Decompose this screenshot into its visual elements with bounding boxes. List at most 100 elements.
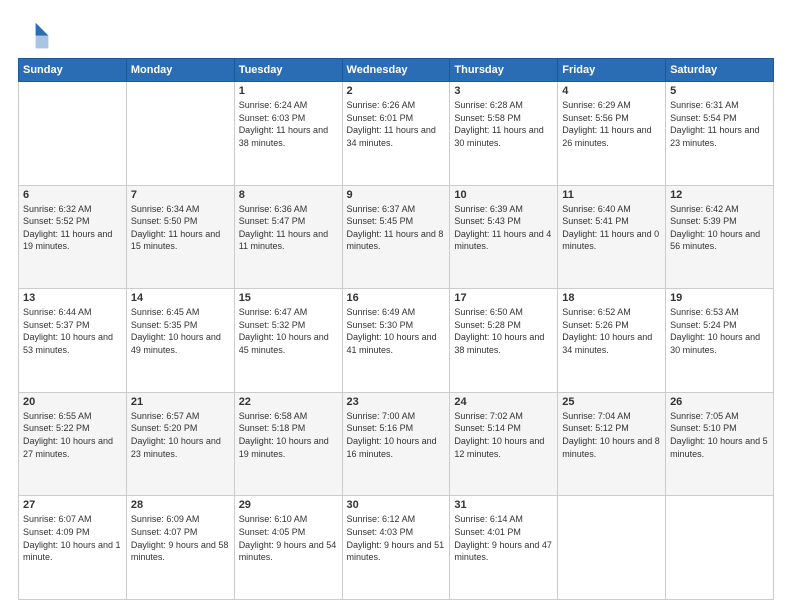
- day-number: 21: [131, 396, 230, 408]
- day-info: Sunrise: 6:45 AM Sunset: 5:35 PM Dayligh…: [131, 306, 230, 356]
- logo: [18, 18, 54, 50]
- day-number: 10: [454, 189, 553, 201]
- day-number: 11: [562, 189, 661, 201]
- day-info: Sunrise: 6:42 AM Sunset: 5:39 PM Dayligh…: [670, 203, 769, 253]
- day-of-week-header: Wednesday: [342, 59, 450, 82]
- calendar-week-row: 13 Sunrise: 6:44 AM Sunset: 5:37 PM Dayli…: [19, 289, 774, 393]
- day-info: Sunrise: 6:32 AM Sunset: 5:52 PM Dayligh…: [23, 203, 122, 253]
- calendar-cell: 3 Sunrise: 6:28 AM Sunset: 5:58 PM Daylig…: [450, 82, 558, 186]
- day-info: Sunrise: 6:50 AM Sunset: 5:28 PM Dayligh…: [454, 306, 553, 356]
- day-info: Sunrise: 6:07 AM Sunset: 4:09 PM Dayligh…: [23, 513, 122, 563]
- day-info: Sunrise: 6:09 AM Sunset: 4:07 PM Dayligh…: [131, 513, 230, 563]
- day-number: 3: [454, 85, 553, 97]
- calendar-cell: 25 Sunrise: 7:04 AM Sunset: 5:12 PM Dayli…: [558, 392, 666, 496]
- day-of-week-header: Tuesday: [234, 59, 342, 82]
- day-number: 19: [670, 292, 769, 304]
- calendar-header: SundayMondayTuesdayWednesdayThursdayFrid…: [19, 59, 774, 82]
- day-of-week-header: Friday: [558, 59, 666, 82]
- calendar-cell: 18 Sunrise: 6:52 AM Sunset: 5:26 PM Dayli…: [558, 289, 666, 393]
- day-info: Sunrise: 6:47 AM Sunset: 5:32 PM Dayligh…: [239, 306, 338, 356]
- day-number: 5: [670, 85, 769, 97]
- day-number: 24: [454, 396, 553, 408]
- day-info: Sunrise: 6:29 AM Sunset: 5:56 PM Dayligh…: [562, 99, 661, 149]
- day-info: Sunrise: 6:26 AM Sunset: 6:01 PM Dayligh…: [347, 99, 446, 149]
- day-info: Sunrise: 7:04 AM Sunset: 5:12 PM Dayligh…: [562, 410, 661, 460]
- day-number: 27: [23, 499, 122, 511]
- day-info: Sunrise: 6:40 AM Sunset: 5:41 PM Dayligh…: [562, 203, 661, 253]
- header: [18, 18, 774, 50]
- calendar-cell: 28 Sunrise: 6:09 AM Sunset: 4:07 PM Dayli…: [126, 496, 234, 600]
- day-number: 12: [670, 189, 769, 201]
- day-number: 28: [131, 499, 230, 511]
- day-info: Sunrise: 6:49 AM Sunset: 5:30 PM Dayligh…: [347, 306, 446, 356]
- day-info: Sunrise: 6:28 AM Sunset: 5:58 PM Dayligh…: [454, 99, 553, 149]
- calendar-cell: 29 Sunrise: 6:10 AM Sunset: 4:05 PM Dayli…: [234, 496, 342, 600]
- day-info: Sunrise: 6:53 AM Sunset: 5:24 PM Dayligh…: [670, 306, 769, 356]
- calendar-cell: 22 Sunrise: 6:58 AM Sunset: 5:18 PM Dayli…: [234, 392, 342, 496]
- calendar-table: SundayMondayTuesdayWednesdayThursdayFrid…: [18, 58, 774, 600]
- logo-icon: [18, 18, 50, 50]
- day-number: 29: [239, 499, 338, 511]
- calendar-cell: 12 Sunrise: 6:42 AM Sunset: 5:39 PM Dayli…: [666, 185, 774, 289]
- day-info: Sunrise: 6:34 AM Sunset: 5:50 PM Dayligh…: [131, 203, 230, 253]
- calendar-cell: 8 Sunrise: 6:36 AM Sunset: 5:47 PM Daylig…: [234, 185, 342, 289]
- day-number: 6: [23, 189, 122, 201]
- calendar-cell: 5Sunrise: 6:31 AM Sunset: 5:54 PM Daylig…: [666, 82, 774, 186]
- day-info: Sunrise: 6:12 AM Sunset: 4:03 PM Dayligh…: [347, 513, 446, 563]
- day-number: 17: [454, 292, 553, 304]
- day-number: 23: [347, 396, 446, 408]
- day-info: Sunrise: 6:37 AM Sunset: 5:45 PM Dayligh…: [347, 203, 446, 253]
- day-number: 2: [347, 85, 446, 97]
- calendar-cell: [126, 82, 234, 186]
- day-number: 1: [239, 85, 338, 97]
- day-info: Sunrise: 6:55 AM Sunset: 5:22 PM Dayligh…: [23, 410, 122, 460]
- day-of-week-header: Saturday: [666, 59, 774, 82]
- day-of-week-header: Sunday: [19, 59, 127, 82]
- day-number: 9: [347, 189, 446, 201]
- day-number: 18: [562, 292, 661, 304]
- day-of-week-header: Thursday: [450, 59, 558, 82]
- day-number: 20: [23, 396, 122, 408]
- calendar-cell: 23 Sunrise: 7:00 AM Sunset: 5:16 PM Dayli…: [342, 392, 450, 496]
- calendar-cell: 11 Sunrise: 6:40 AM Sunset: 5:41 PM Dayli…: [558, 185, 666, 289]
- day-info: Sunrise: 6:10 AM Sunset: 4:05 PM Dayligh…: [239, 513, 338, 563]
- calendar-cell: 24 Sunrise: 7:02 AM Sunset: 5:14 PM Dayli…: [450, 392, 558, 496]
- day-info: Sunrise: 6:36 AM Sunset: 5:47 PM Dayligh…: [239, 203, 338, 253]
- day-header-row: SundayMondayTuesdayWednesdayThursdayFrid…: [19, 59, 774, 82]
- day-number: 8: [239, 189, 338, 201]
- calendar-cell: 1 Sunrise: 6:24 AM Sunset: 6:03 PM Daylig…: [234, 82, 342, 186]
- calendar-cell: 17 Sunrise: 6:50 AM Sunset: 5:28 PM Dayli…: [450, 289, 558, 393]
- day-info: Sunrise: 7:05 AM Sunset: 5:10 PM Dayligh…: [670, 410, 769, 460]
- day-number: 4: [562, 85, 661, 97]
- day-info: Sunrise: 6:58 AM Sunset: 5:18 PM Dayligh…: [239, 410, 338, 460]
- calendar-cell: 13 Sunrise: 6:44 AM Sunset: 5:37 PM Dayli…: [19, 289, 127, 393]
- day-info: Sunrise: 7:02 AM Sunset: 5:14 PM Dayligh…: [454, 410, 553, 460]
- calendar-body: 1 Sunrise: 6:24 AM Sunset: 6:03 PM Daylig…: [19, 82, 774, 600]
- day-number: 31: [454, 499, 553, 511]
- day-info: Sunrise: 6:24 AM Sunset: 6:03 PM Dayligh…: [239, 99, 338, 149]
- calendar-cell: 21Sunrise: 6:57 AM Sunset: 5:20 PM Dayli…: [126, 392, 234, 496]
- day-info: Sunrise: 6:44 AM Sunset: 5:37 PM Dayligh…: [23, 306, 122, 356]
- day-number: 13: [23, 292, 122, 304]
- calendar-cell: 7Sunrise: 6:34 AM Sunset: 5:50 PM Daylig…: [126, 185, 234, 289]
- day-info: Sunrise: 7:00 AM Sunset: 5:16 PM Dayligh…: [347, 410, 446, 460]
- calendar-week-row: 6 Sunrise: 6:32 AM Sunset: 5:52 PM Daylig…: [19, 185, 774, 289]
- calendar-week-row: 27 Sunrise: 6:07 AM Sunset: 4:09 PM Dayli…: [19, 496, 774, 600]
- calendar-cell: 6 Sunrise: 6:32 AM Sunset: 5:52 PM Daylig…: [19, 185, 127, 289]
- calendar-cell: 27 Sunrise: 6:07 AM Sunset: 4:09 PM Dayli…: [19, 496, 127, 600]
- calendar-week-row: 20 Sunrise: 6:55 AM Sunset: 5:22 PM Dayli…: [19, 392, 774, 496]
- calendar-cell: 10 Sunrise: 6:39 AM Sunset: 5:43 PM Dayli…: [450, 185, 558, 289]
- calendar-cell: 31Sunrise: 6:14 AM Sunset: 4:01 PM Dayli…: [450, 496, 558, 600]
- calendar-cell: [19, 82, 127, 186]
- calendar-cell: 9 Sunrise: 6:37 AM Sunset: 5:45 PM Daylig…: [342, 185, 450, 289]
- calendar-cell: 15Sunrise: 6:47 AM Sunset: 5:32 PM Dayli…: [234, 289, 342, 393]
- day-number: 25: [562, 396, 661, 408]
- day-info: Sunrise: 6:52 AM Sunset: 5:26 PM Dayligh…: [562, 306, 661, 356]
- day-info: Sunrise: 6:39 AM Sunset: 5:43 PM Dayligh…: [454, 203, 553, 253]
- calendar-cell: 2 Sunrise: 6:26 AM Sunset: 6:01 PM Daylig…: [342, 82, 450, 186]
- day-number: 26: [670, 396, 769, 408]
- calendar-cell: 30 Sunrise: 6:12 AM Sunset: 4:03 PM Dayli…: [342, 496, 450, 600]
- day-number: 22: [239, 396, 338, 408]
- calendar-cell: [558, 496, 666, 600]
- day-number: 30: [347, 499, 446, 511]
